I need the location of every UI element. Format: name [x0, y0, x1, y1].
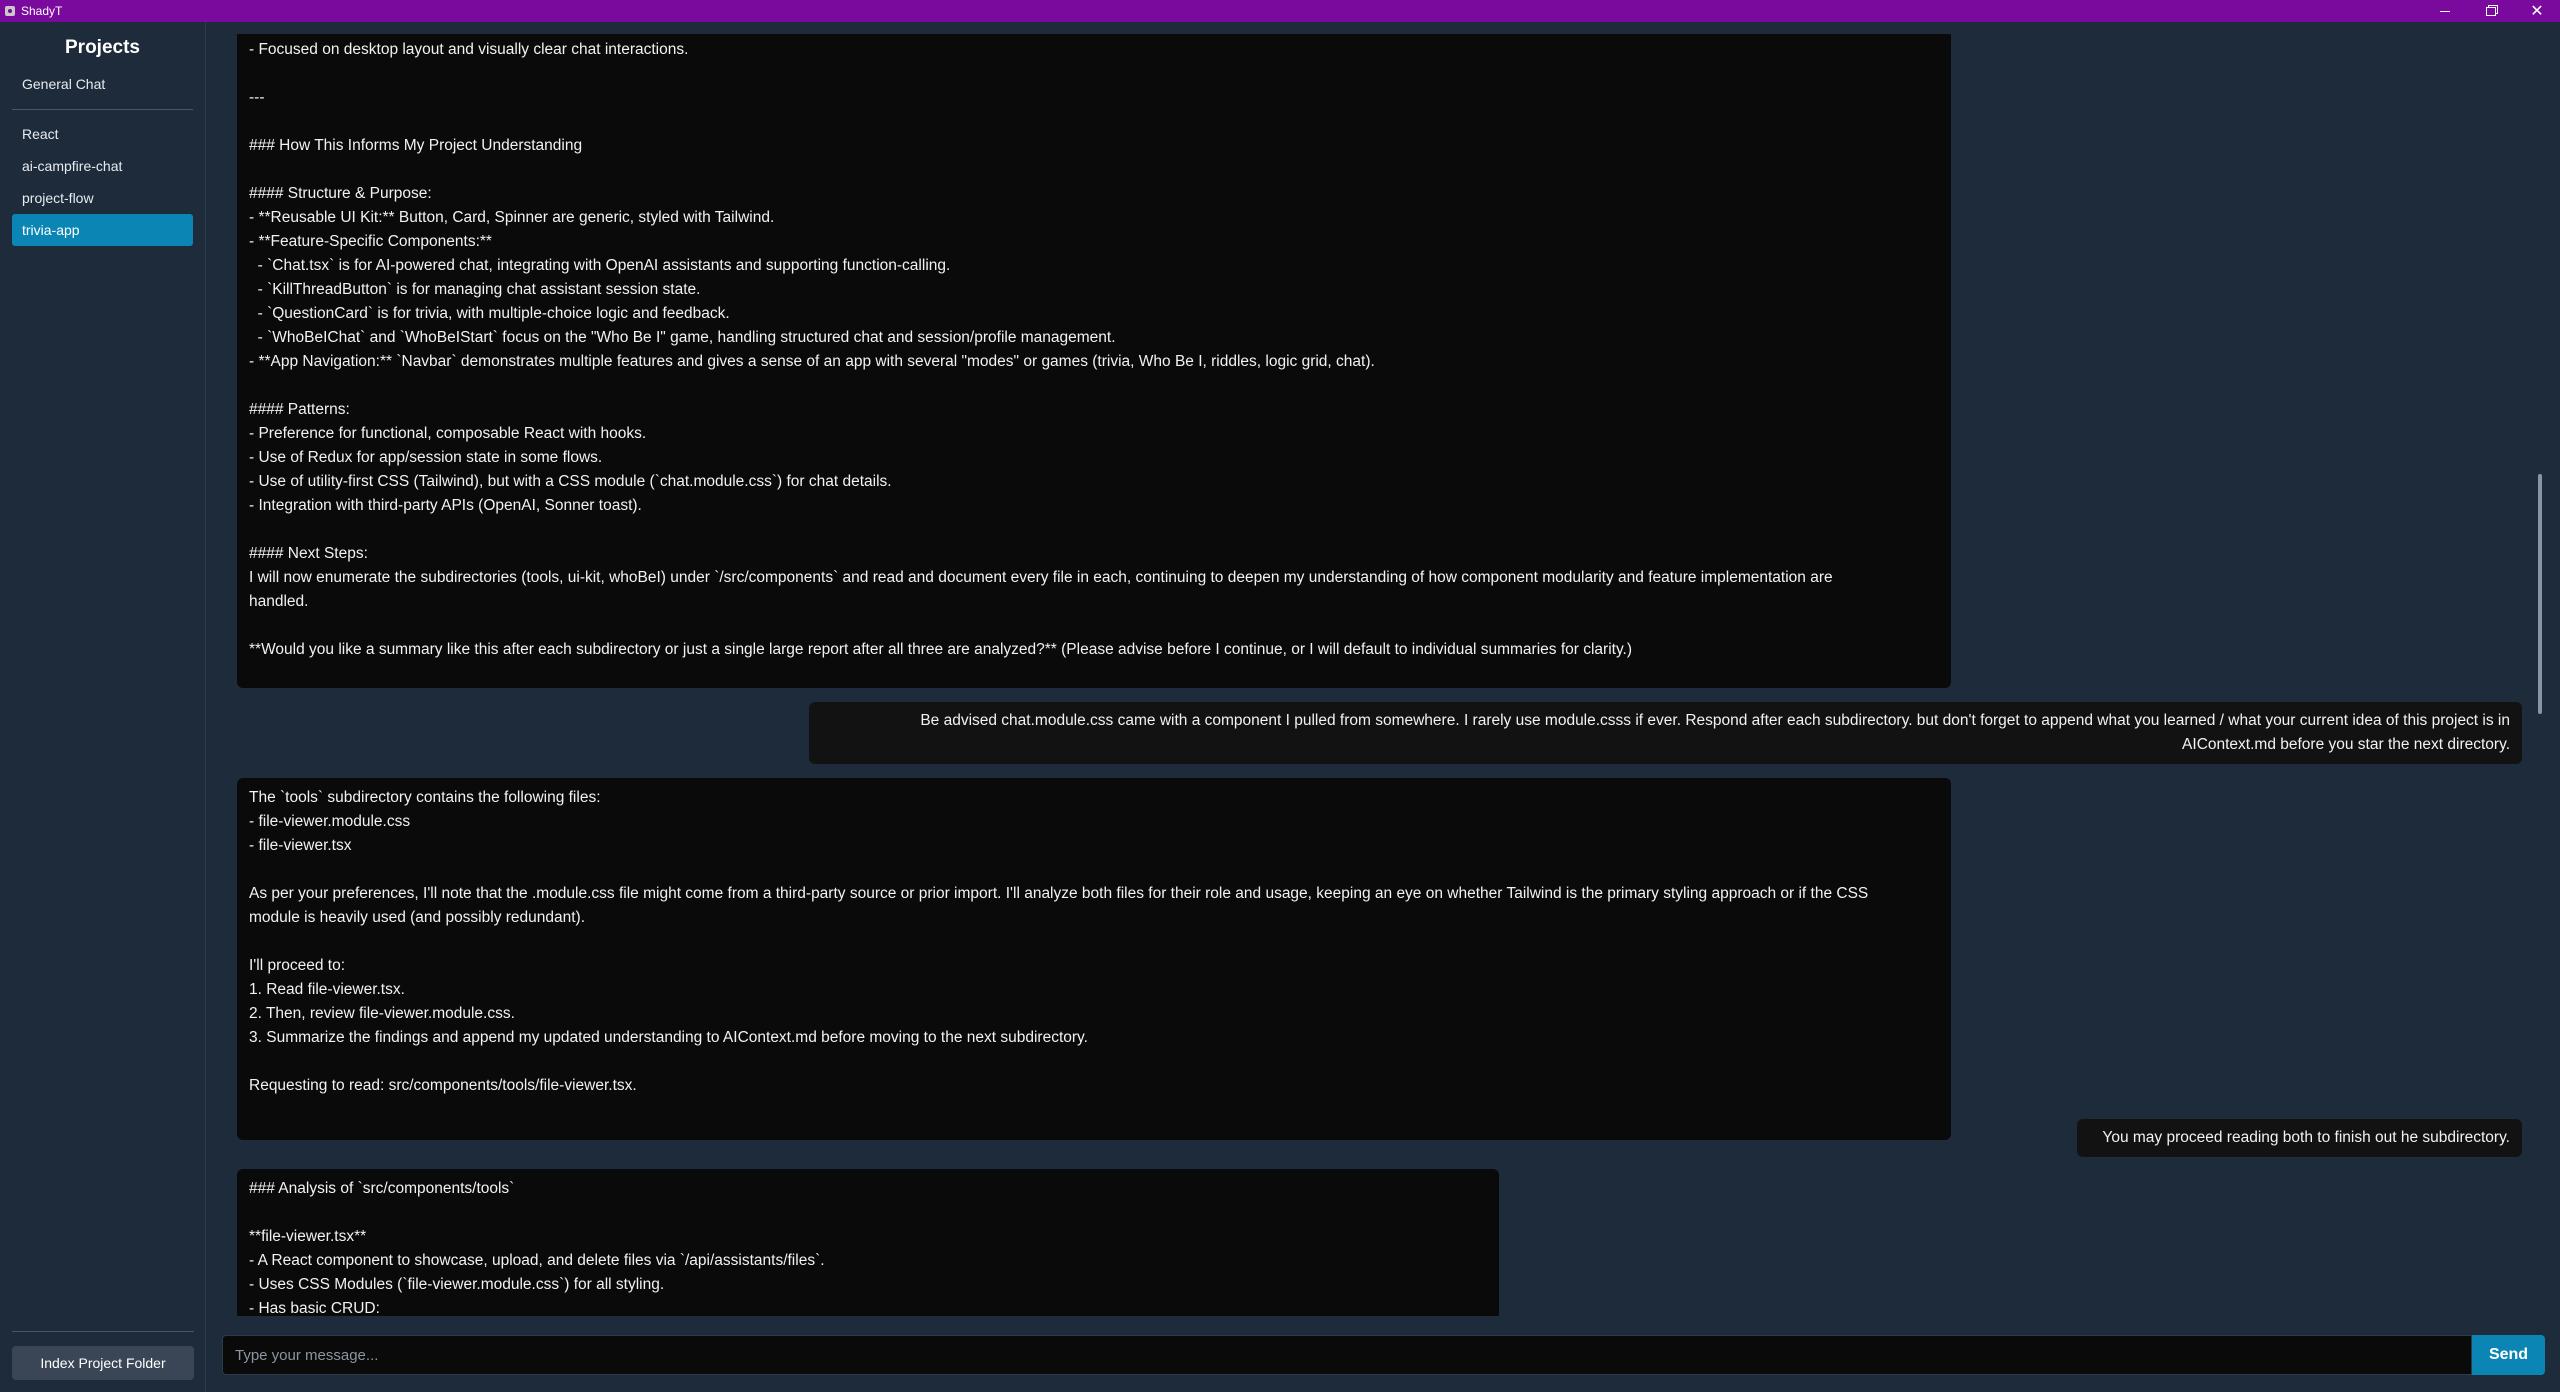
maximize-button[interactable] [2468, 0, 2514, 22]
close-button[interactable]: ✕ [2514, 0, 2560, 22]
window-controls: ✕ [2422, 0, 2560, 22]
sidebar-item-trivia-app[interactable]: trivia-app [12, 214, 193, 246]
send-button[interactable]: Send [2472, 1335, 2545, 1375]
user-message: You may proceed reading both to finish o… [2077, 1119, 2522, 1157]
minimize-button[interactable] [2422, 0, 2468, 22]
chat-messages[interactable]: - Styles chat's flex layout, message bub… [222, 34, 2545, 1316]
app-icon [5, 6, 15, 16]
chat-scrollbar[interactable] [2535, 34, 2545, 1316]
sidebar-bottom-divider [12, 1331, 194, 1332]
sidebar-item-ai-campfire-chat[interactable]: ai-campfire-chat [12, 150, 193, 182]
assistant-message: The `tools` subdirectory contains the fo… [237, 778, 1951, 1140]
scroll-thumb[interactable] [2538, 474, 2542, 714]
sidebar-heading: Projects [65, 37, 140, 58]
index-project-folder-button[interactable]: Index Project Folder [12, 1346, 194, 1380]
assistant-message: - Styles chat's flex layout, message bub… [237, 34, 1951, 688]
sidebar-item-react[interactable]: React [12, 118, 193, 150]
sidebar-divider [12, 109, 193, 110]
composer: Send [222, 1335, 2545, 1375]
minimize-icon [2440, 10, 2450, 12]
user-message: Be advised chat.module.css came with a c… [809, 702, 2522, 764]
sidebar-item-project-flow[interactable]: project-flow [12, 182, 193, 214]
window-title: ShadyT [21, 4, 63, 18]
sidebar: Projects General Chat React ai-campfire-… [0, 22, 206, 1392]
message-input[interactable] [222, 1335, 2472, 1375]
title-bar: ShadyT ✕ [0, 0, 2560, 22]
assistant-message: ### Analysis of `src/components/tools` *… [237, 1169, 1499, 1316]
restore-icon [2486, 6, 2496, 16]
close-icon: ✕ [2530, 3, 2544, 20]
sidebar-item-general-chat[interactable]: General Chat [12, 69, 193, 100]
